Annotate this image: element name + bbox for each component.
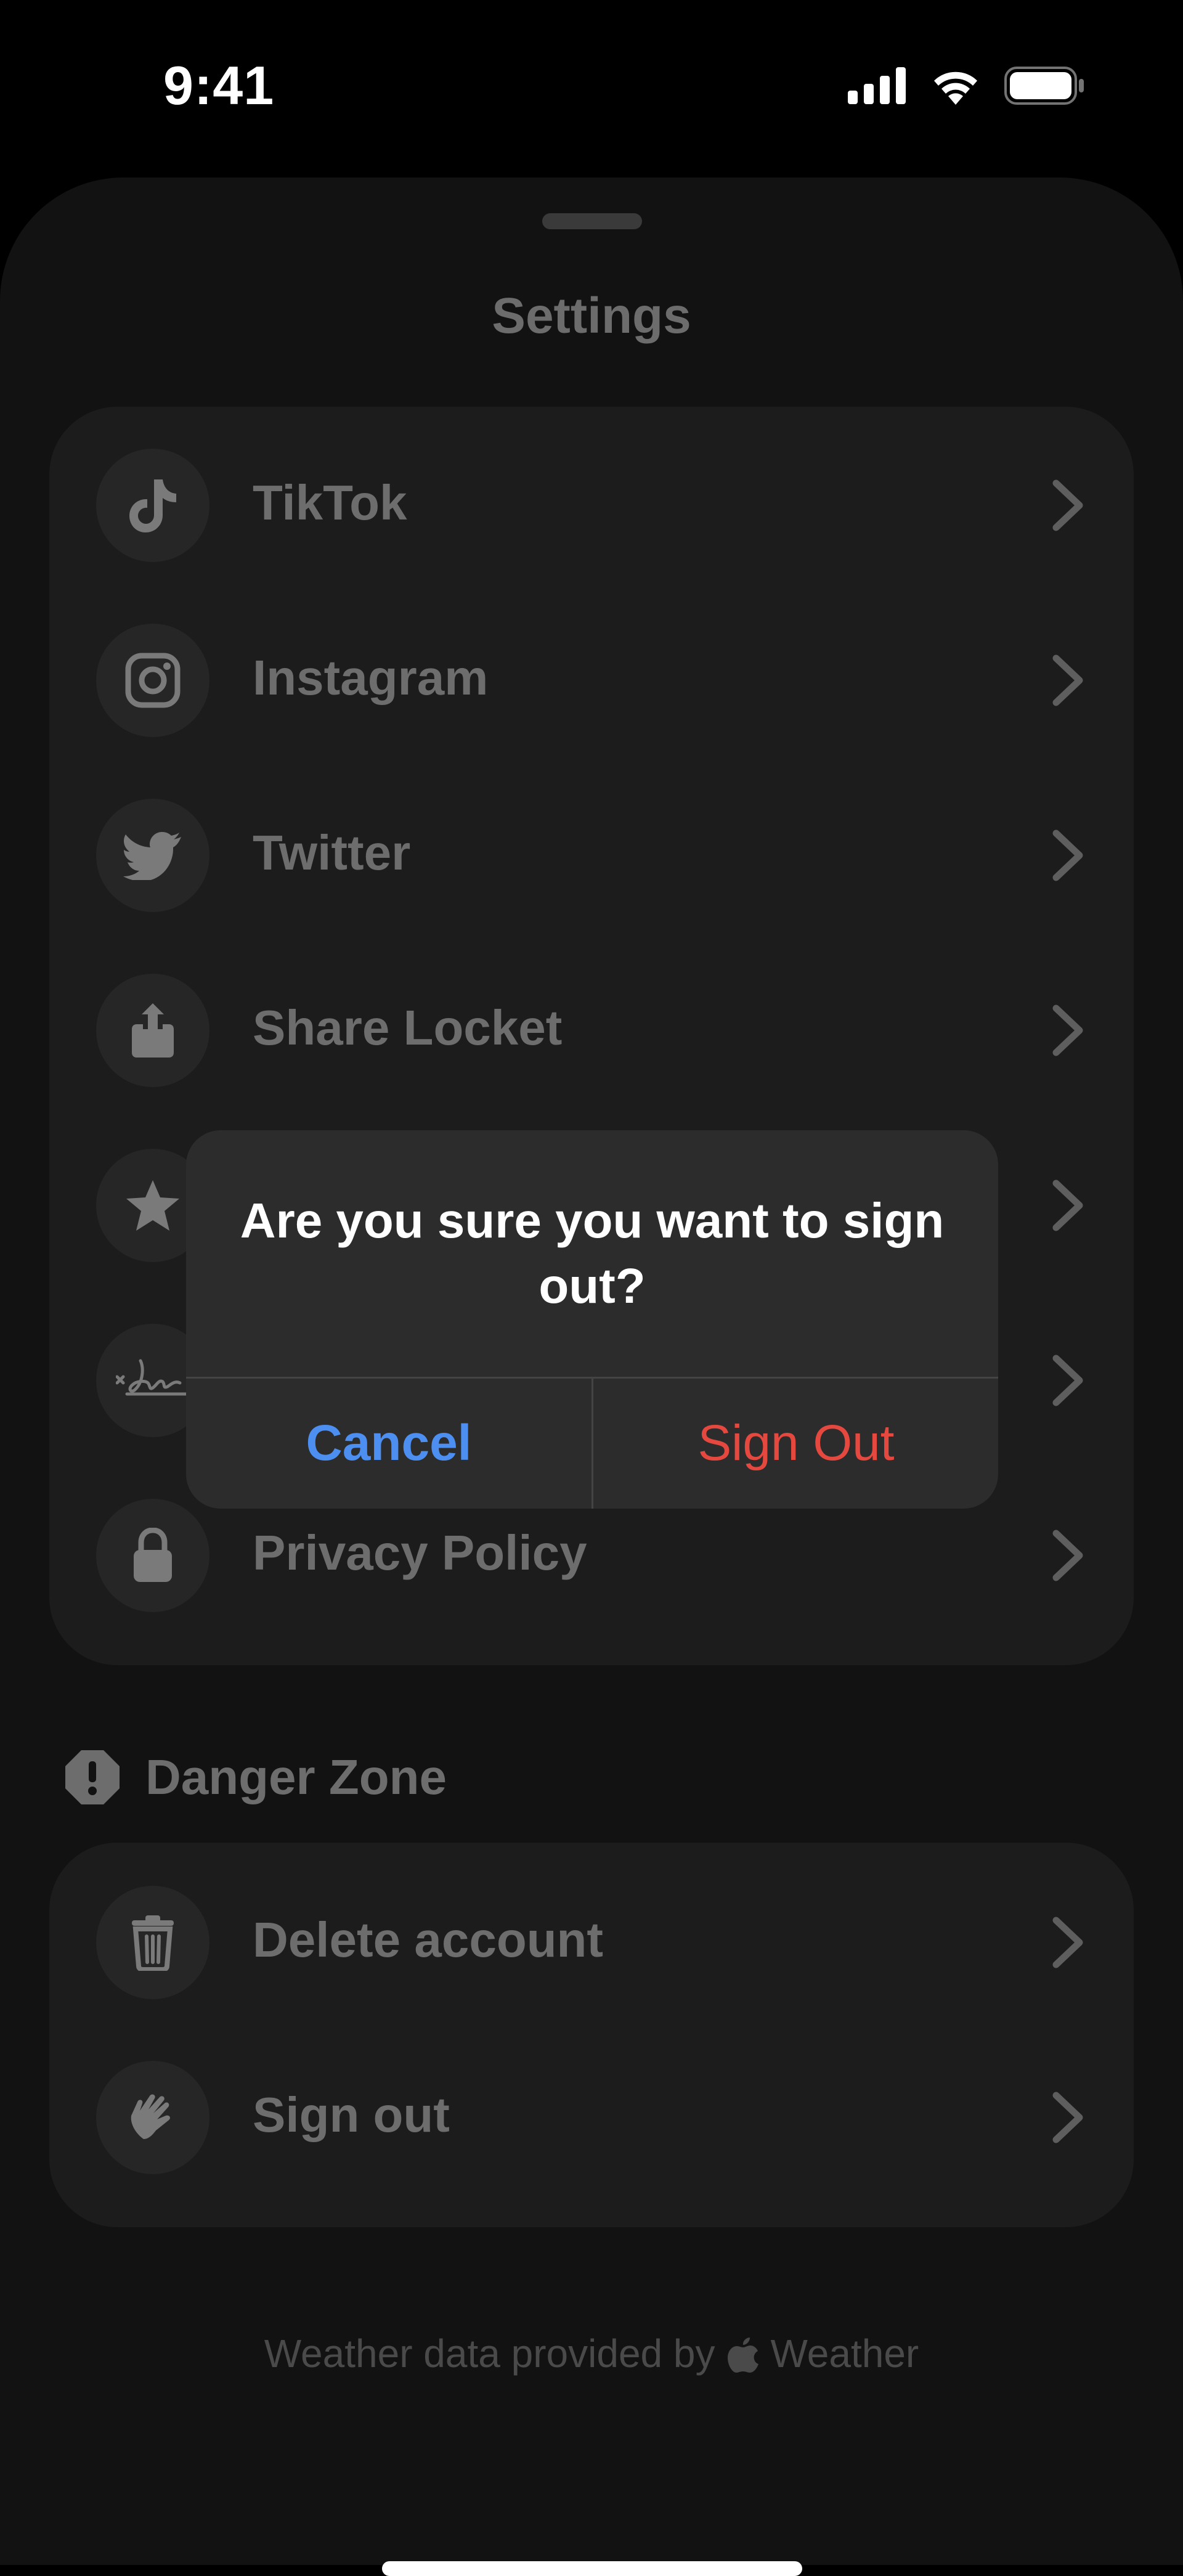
status-bar: 9:41 [0,0,1183,173]
delete-account-label: Delete account [253,1912,604,1967]
page-title: Settings [492,288,691,344]
chevron-right-icon [1052,1180,1083,1231]
sign-out-item[interactable]: Sign out [49,2030,1134,2205]
home-indicator[interactable] [382,2561,802,2576]
apple-logo-icon [727,2338,758,2373]
settings-item-instagram[interactable]: Instagram [49,593,1134,768]
settings-item-twitter[interactable]: Twitter [49,768,1134,943]
chevron-right-icon [1052,1005,1083,1056]
share-icon [96,974,209,1087]
lock-icon [96,1499,209,1612]
confirm-sign-out-button[interactable]: Sign Out [593,1378,998,1509]
status-icons [848,67,1084,105]
sign-out-label: Sign out [253,2087,450,2142]
chevron-right-icon [1052,654,1083,706]
attribution-prefix: Weather data provided by [264,2331,715,2376]
status-time: 9:41 [163,55,275,116]
danger-zone-title: Danger Zone [145,1750,447,1804]
chevron-right-icon [1052,829,1083,881]
chevron-right-icon [1052,1917,1083,1968]
attribution-brand: Weather [770,2331,919,2376]
settings-item-share-locket[interactable]: Share Locket [49,943,1134,1118]
danger-zone-heading: Danger Zone [64,1747,447,1808]
settings-item-label: Privacy Policy [253,1525,587,1580]
chevron-right-icon [1052,479,1083,531]
instagram-icon [96,624,209,737]
trash-icon [96,1886,209,1999]
delete-account-item[interactable]: Delete account [49,1855,1134,2030]
weather-attribution: Weather data provided by Weather [0,2331,1183,2376]
settings-item-label: Instagram [253,650,489,705]
chevron-right-icon [1052,1530,1083,1581]
chevron-right-icon [1052,1355,1083,1406]
cellular-signal-icon [848,67,906,104]
settings-item-label: Share Locket [253,1000,563,1055]
chevron-right-icon [1052,2092,1083,2143]
settings-item-label: Twitter [253,825,411,880]
settings-item-tiktok[interactable]: TikTok [49,418,1134,593]
settings-item-label: TikTok [253,475,407,530]
exclamation-octagon-icon [65,1750,120,1804]
danger-zone-card: Delete account Sign out [49,1843,1134,2227]
tiktok-icon [96,449,209,562]
sheet-grabber[interactable] [542,213,642,229]
wave-hand-icon [96,2061,209,2174]
battery-icon [1004,67,1084,105]
cancel-button[interactable]: Cancel [186,1378,592,1509]
wifi-icon [934,71,977,105]
sign-out-alert: Are you sure you want to sign out? Cance… [186,1130,998,1509]
alert-message: Are you sure you want to sign out? [240,1193,945,1313]
twitter-icon [96,799,209,912]
